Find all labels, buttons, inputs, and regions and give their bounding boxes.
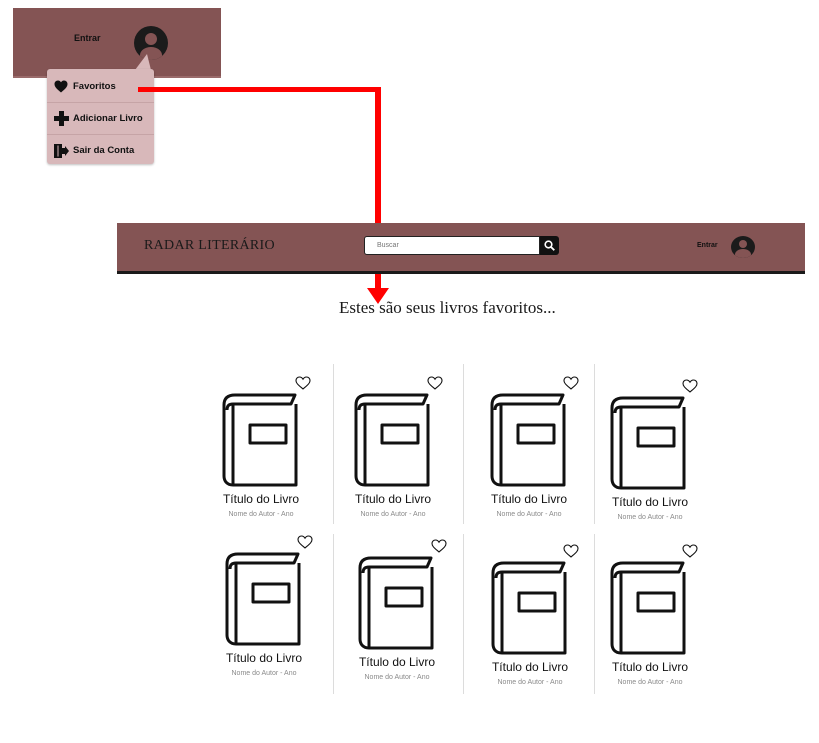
- book-cover-icon: [222, 393, 298, 487]
- column-divider: [333, 364, 334, 524]
- column-divider: [463, 534, 464, 694]
- book-author: Nome do Autor - Ano: [497, 679, 563, 686]
- menu-item-adicionar-livro[interactable]: Adicionar Livro: [47, 103, 154, 135]
- favorite-heart-icon[interactable]: [295, 376, 311, 390]
- search-input[interactable]: [364, 236, 540, 255]
- book-card[interactable]: Título do Livro Nome do Autor - Ano: [475, 543, 585, 693]
- logout-icon: [53, 143, 69, 159]
- book-author: Nome do Autor - Ano: [617, 679, 683, 686]
- plus-icon: [53, 111, 69, 127]
- menu-item-label: Sair da Conta: [73, 145, 135, 156]
- book-cover-icon: [610, 396, 686, 490]
- favorite-heart-icon[interactable]: [682, 544, 698, 558]
- heart-icon: [53, 79, 69, 95]
- book-cover-icon: [225, 552, 301, 646]
- book-cover-icon: [610, 561, 686, 655]
- menu-item-sair[interactable]: Sair da Conta: [47, 135, 154, 166]
- book-author: Nome do Autor - Ano: [496, 511, 562, 518]
- book-card[interactable]: Título do Livro Nome do Autor - Ano: [342, 538, 452, 688]
- favorite-heart-icon[interactable]: [427, 376, 443, 390]
- book-title[interactable]: Título do Livro: [342, 655, 452, 669]
- favorite-heart-icon[interactable]: [682, 379, 698, 393]
- brand-logo[interactable]: RADAR LITERÁRIO: [144, 238, 275, 254]
- book-card[interactable]: Título do Livro Nome do Autor - Ano: [206, 375, 316, 525]
- book-cover-icon: [354, 393, 430, 487]
- favorites-heading-text: Estes são seus livros favoritos...: [339, 298, 556, 317]
- user-dropdown-menu: Favoritos Adicionar Livro Sair da Conta: [47, 69, 154, 164]
- mini-login-link[interactable]: Entrar: [74, 33, 101, 43]
- book-title[interactable]: Título do Livro: [206, 492, 316, 506]
- book-cover-icon: [490, 393, 566, 487]
- book-title[interactable]: Título do Livro: [595, 660, 705, 674]
- book-author: Nome do Autor - Ano: [617, 514, 683, 521]
- book-card[interactable]: Título do Livro Nome do Autor - Ano: [209, 534, 319, 684]
- mini-header: [13, 8, 221, 78]
- menu-item-label: Favoritos: [73, 81, 116, 92]
- menu-item-label: Adicionar Livro: [73, 113, 143, 124]
- book-author: Nome do Autor - Ano: [231, 670, 297, 677]
- column-divider: [463, 364, 464, 524]
- column-divider: [333, 534, 334, 694]
- book-author: Nome do Autor - Ano: [228, 511, 294, 518]
- book-card[interactable]: Título do Livro Nome do Autor - Ano: [595, 378, 705, 528]
- book-title[interactable]: Título do Livro: [595, 495, 705, 509]
- book-card[interactable]: Título do Livro Nome do Autor - Ano: [474, 375, 584, 525]
- dropdown-arrow: [135, 54, 151, 70]
- book-cover-icon: [491, 561, 567, 655]
- search-icon: [544, 240, 555, 251]
- book-title[interactable]: Título do Livro: [474, 492, 584, 506]
- book-author: Nome do Autor - Ano: [360, 511, 426, 518]
- book-title[interactable]: Título do Livro: [475, 660, 585, 674]
- favorite-heart-icon[interactable]: [297, 535, 313, 549]
- book-title[interactable]: Título do Livro: [338, 492, 448, 506]
- favorite-heart-icon[interactable]: [563, 544, 579, 558]
- book-card[interactable]: Título do Livro Nome do Autor - Ano: [595, 543, 705, 693]
- book-title[interactable]: Título do Livro: [209, 651, 319, 665]
- favorites-heading: Estes são seus livros favoritos...: [339, 298, 639, 318]
- book-author: Nome do Autor - Ano: [364, 674, 430, 681]
- connector-line-horizontal: [138, 87, 381, 92]
- book-card[interactable]: Título do Livro Nome do Autor - Ano: [338, 375, 448, 525]
- nav-avatar-icon[interactable]: [731, 236, 755, 258]
- nav-login-link[interactable]: Entrar: [697, 242, 718, 249]
- favorite-heart-icon[interactable]: [563, 376, 579, 390]
- search-button[interactable]: [540, 236, 559, 255]
- favorite-heart-icon[interactable]: [431, 539, 447, 553]
- book-cover-icon: [358, 556, 434, 650]
